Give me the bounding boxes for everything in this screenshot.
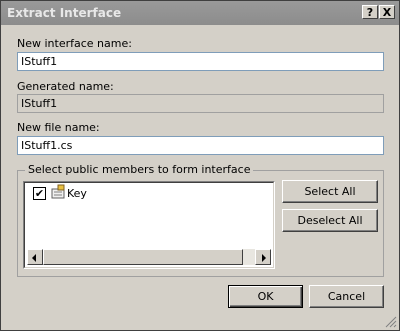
generated-name-label: Generated name: bbox=[17, 80, 114, 93]
arrow-left-icon bbox=[32, 254, 36, 262]
file-name-input[interactable] bbox=[17, 136, 384, 155]
key-checkbox[interactable]: ✔ bbox=[33, 187, 46, 200]
help-button[interactable]: ? bbox=[362, 5, 378, 19]
scroll-thumb[interactable] bbox=[43, 249, 243, 265]
scroll-left-button[interactable] bbox=[27, 249, 43, 265]
interface-name-label: New interface name: bbox=[17, 37, 132, 50]
ok-button[interactable]: OK bbox=[228, 285, 303, 308]
extract-interface-dialog: Extract Interface ? X New interface name… bbox=[0, 0, 400, 331]
property-icon bbox=[51, 184, 65, 199]
window-title: Extract Interface bbox=[7, 6, 122, 20]
scroll-right-button[interactable] bbox=[255, 249, 271, 265]
members-group-label: Select public members to form interface bbox=[25, 163, 254, 176]
interface-name-input[interactable] bbox=[17, 52, 384, 71]
close-button[interactable]: X bbox=[379, 5, 395, 19]
arrow-right-icon bbox=[262, 254, 266, 262]
resize-grip-icon[interactable] bbox=[385, 316, 397, 328]
list-item-label: Key bbox=[67, 187, 87, 200]
file-name-label: New file name: bbox=[17, 121, 100, 134]
title-bar[interactable]: Extract Interface ? X bbox=[1, 1, 399, 25]
members-list[interactable]: ✔ Key bbox=[23, 181, 275, 269]
cancel-button[interactable]: Cancel bbox=[309, 285, 384, 308]
generated-name-field bbox=[17, 94, 384, 113]
horizontal-scrollbar[interactable] bbox=[27, 249, 271, 265]
select-all-button[interactable]: Select All bbox=[282, 180, 378, 203]
deselect-all-button[interactable]: Deselect All bbox=[282, 209, 378, 232]
